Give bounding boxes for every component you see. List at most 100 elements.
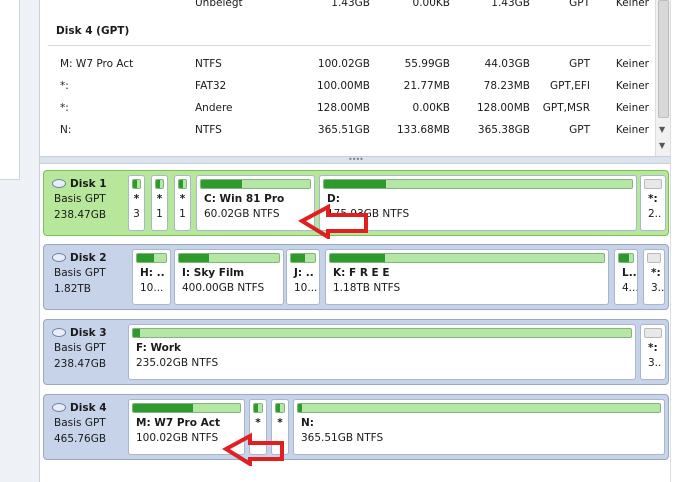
table-row[interactable]: *: FAT32 100.00MB 21.77MB 78.23MB GPT,EFI Kein… xyxy=(40,77,655,97)
usage-bar xyxy=(275,403,285,413)
partition-label: I: Sky Film xyxy=(182,267,245,279)
partition-block[interactable]: L.. 4... xyxy=(614,249,638,305)
scroll-down-arrow-icon[interactable]: ▼ xyxy=(659,125,665,134)
usage-fill xyxy=(133,329,141,337)
usage-fill xyxy=(137,254,155,262)
partition-info: 235.02GB NTFS xyxy=(136,357,219,369)
partition-label: *: xyxy=(648,342,658,354)
partition-label: C: Win 81 Pro xyxy=(204,193,285,205)
disk-row-4[interactable]: Disk 4 Basis GPT 465.76GB M: W7 Pro Act 100.… xyxy=(43,394,669,460)
partition-label: * xyxy=(277,417,283,429)
partition-block[interactable]: I: Sky Film 400.00GB NTFS xyxy=(174,249,284,305)
cell-capacity: 1.43GB xyxy=(331,0,370,9)
usage-bar xyxy=(136,253,167,263)
usage-bar xyxy=(644,179,662,189)
usage-fill xyxy=(330,254,385,262)
usage-bar xyxy=(253,403,263,413)
partition-block[interactable]: N: 365.51GB NTFS xyxy=(293,399,665,455)
cell-used: 0.00KB xyxy=(412,102,450,114)
grip-icon[interactable]: •••• xyxy=(348,156,364,164)
partition-label: F: Work xyxy=(136,342,182,354)
usage-fill xyxy=(179,254,209,262)
cell-status: Keiner xyxy=(615,0,649,9)
partition-block[interactable]: * 1 xyxy=(151,175,168,231)
cell-free: 365.38GB xyxy=(477,124,530,136)
disk-row-3[interactable]: Disk 3 Basis GPT 238.47GB F: Work 235.02GB N… xyxy=(43,319,669,385)
partition-block[interactable]: K: F R E E 1.18TB NTFS xyxy=(325,249,609,305)
cell-name: M: W7 Pro Act xyxy=(60,58,134,70)
partition-label: M: W7 Pro Act xyxy=(136,417,220,429)
usage-fill xyxy=(254,404,258,412)
cell-free: 128.00MB xyxy=(476,102,530,114)
hard-disk-icon xyxy=(52,253,66,262)
partition-label: * xyxy=(179,193,186,205)
scroll-down-arrow-icon[interactable]: ▼ xyxy=(659,141,665,150)
disk-name: Disk 2 xyxy=(70,252,107,264)
partition-label: * xyxy=(156,193,163,205)
usage-fill xyxy=(276,404,280,412)
disk-info[interactable]: Disk 3 Basis GPT 238.47GB xyxy=(44,320,128,384)
partition-block[interactable]: *: 3.. xyxy=(640,324,666,380)
disk-info[interactable]: Disk 1 Basis GPT 238.47GB xyxy=(44,171,128,235)
disk-size: 1.82TB xyxy=(54,283,91,295)
usage-fill xyxy=(201,180,243,188)
partition-label: J: .. xyxy=(294,267,314,279)
disk-info[interactable]: Disk 2 Basis GPT 1.82TB xyxy=(44,245,128,309)
disk-type: Basis GPT xyxy=(54,342,106,354)
usage-bar xyxy=(297,403,661,413)
usage-fill xyxy=(179,180,183,188)
disk-name: Disk 4 xyxy=(70,402,107,414)
disk-row-2[interactable]: Disk 2 Basis GPT 1.82TB H: .. 10... I: Sky Fi… xyxy=(43,244,669,310)
partition-info: 2.. xyxy=(648,208,662,220)
cell-name: *: xyxy=(60,80,69,92)
partition-table: Unbelegt 1.43GB 0.00KB 1.43GB GPT Keiner… xyxy=(40,0,655,156)
partition-block[interactable]: *: 2.. xyxy=(640,175,666,231)
pane-splitter[interactable]: •••• xyxy=(40,156,670,164)
partition-info: 3.. xyxy=(648,357,662,369)
partition-info: 60.02GB NTFS xyxy=(204,208,280,220)
divider xyxy=(48,45,651,46)
left-panel-list xyxy=(0,0,20,180)
cell-capacity: 100.00MB xyxy=(316,80,370,92)
partition-label: K: F R E E xyxy=(333,267,390,279)
cell-status: Keiner xyxy=(615,58,649,70)
partition-info: 10... xyxy=(294,282,318,294)
partition-block[interactable]: J: .. 10... xyxy=(286,249,320,305)
partition-label: * xyxy=(133,193,140,205)
partition-block[interactable]: * 3 xyxy=(128,175,145,231)
disk-info[interactable]: Disk 4 Basis GPT 465.76GB xyxy=(44,395,128,459)
table-row[interactable]: Unbelegt 1.43GB 0.00KB 1.43GB GPT Keiner xyxy=(40,0,655,14)
partition-label: *: xyxy=(648,193,658,205)
table-row[interactable]: *: Andere 128.00MB 0.00KB 128.00MB GPT,MSR Kei… xyxy=(40,99,655,119)
partition-block[interactable]: * 1 xyxy=(174,175,191,231)
usage-bar xyxy=(155,179,164,189)
partition-label: * xyxy=(255,417,261,429)
partition-block[interactable]: *: 3.. xyxy=(643,249,665,305)
cell-filesystem: FAT32 xyxy=(195,80,227,92)
hard-disk-icon xyxy=(52,179,66,188)
cell-name: *: xyxy=(60,102,69,114)
disk-type: Basis GPT xyxy=(54,417,106,429)
cell-capacity: 100.02GB xyxy=(317,58,370,70)
table-scrollbar[interactable]: ▼ ▼ xyxy=(655,0,670,156)
table-row[interactable]: M: W7 Pro Act NTFS 100.02GB 55.99GB 44.03GB G… xyxy=(40,55,655,75)
partition-info: 3 xyxy=(133,208,140,220)
disk-size: 465.76GB xyxy=(54,433,107,445)
table-row[interactable]: N: NTFS 365.51GB 133.68MB 365.38GB GPT Keiner xyxy=(40,121,655,141)
cell-status: Keiner xyxy=(615,80,649,92)
usage-bar xyxy=(132,328,632,338)
partition-info: 365.51GB NTFS xyxy=(301,432,384,444)
cell-free: 78.23MB xyxy=(483,80,530,92)
cell-filesystem: Andere xyxy=(195,102,233,114)
cell-type: GPT,MSR xyxy=(542,102,590,114)
partition-label: *: xyxy=(651,267,661,279)
partition-info: 3.. xyxy=(651,282,665,294)
cell-used: 133.68MB xyxy=(396,124,450,136)
scrollbar-thumb[interactable] xyxy=(658,0,669,118)
usage-fill xyxy=(156,180,160,188)
partition-block[interactable]: F: Work 235.02GB NTFS xyxy=(128,324,636,380)
usage-bar xyxy=(644,328,662,338)
partition-block[interactable]: H: .. 10... xyxy=(132,249,171,305)
right-edge xyxy=(670,0,688,482)
left-panel xyxy=(0,0,40,482)
